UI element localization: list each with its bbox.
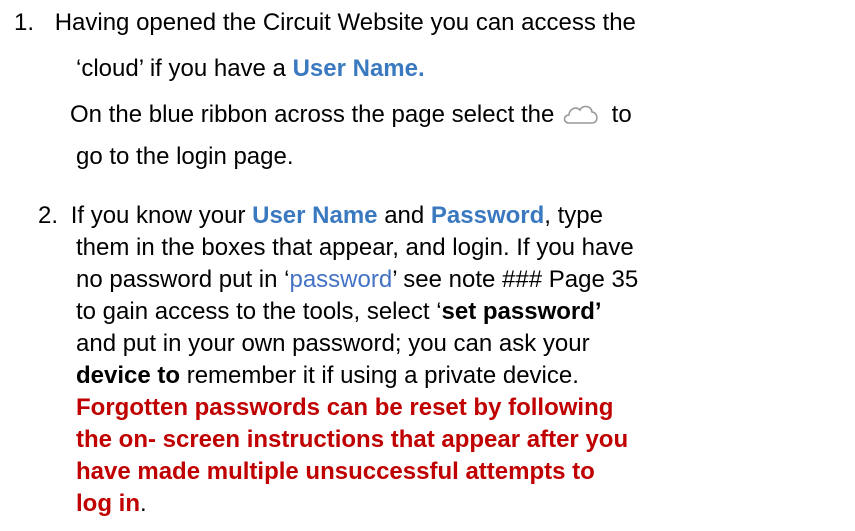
step-2-text-line-3a: no password put in ‘	[76, 266, 290, 293]
user-name-term: User Name.	[292, 55, 425, 82]
step-1-line-4: go to the login page.	[76, 141, 294, 173]
step-2-line-3: no password put in ‘password’ see note #…	[76, 264, 638, 296]
set-password-term: set password’	[441, 298, 602, 325]
step-2-line-1: 2. If you know your User Name and Passwo…	[38, 200, 603, 232]
log-in-term: log in	[76, 490, 140, 517]
step-1-line-3: On the blue ribbon across the page selec…	[70, 99, 632, 135]
step-2-line-4: to gain access to the tools, select ‘set…	[76, 296, 602, 328]
step-2-number: 2.	[38, 202, 59, 229]
password-placeholder-term: password	[289, 266, 393, 293]
forgotten-password-line-4: log in.	[76, 488, 147, 520]
step-2-line-6: device to remember it if using a private…	[76, 360, 579, 392]
step-1-line-2: ‘cloud’ if you have a User Name.	[76, 53, 425, 85]
step-1-text-line-3-end: to	[611, 101, 632, 128]
step-2-text-type: , type	[544, 202, 603, 229]
step-2-text-line-2: them in the boxes that appear, and login…	[76, 234, 634, 261]
password-term: Password	[430, 202, 545, 229]
step-1-text-line-2: ‘cloud’ if you have a	[76, 55, 286, 82]
step-1-text-line-3: On the blue ribbon across the page selec…	[70, 101, 555, 128]
step-2-line-2: them in the boxes that appear, and login…	[76, 232, 634, 264]
device-to-term: device to	[76, 362, 181, 389]
step-2-text-a: If you know your	[70, 202, 246, 229]
step-2-text-line-4a: to gain access to the tools, select ‘	[76, 298, 442, 325]
user-name-term: User Name	[252, 202, 378, 229]
forgotten-password-line-1: Forgotten passwords can be reset by foll…	[76, 394, 614, 421]
step-2-text-line-3b: ’ see note ### Page 35	[392, 266, 639, 293]
cloud-icon	[561, 102, 601, 135]
step-2-text-and: and	[384, 202, 425, 229]
step-1-line-1: 1. Having opened the Circuit Website you…	[14, 7, 636, 39]
step-1-text-line-4: go to the login page.	[76, 143, 294, 170]
forgotten-password-line-3: have made multiple unsuccessful attempts…	[76, 458, 595, 485]
forgotten-password-line-2: the on- screen instructions that appear …	[76, 426, 629, 453]
step-1-number: 1.	[14, 9, 35, 36]
step-2-line-5: and put in your own password; you can as…	[76, 328, 590, 360]
step-2-text-line-6: remember it if using a private device.	[180, 362, 579, 389]
final-period: .	[139, 490, 147, 517]
step-2-text-line-5: and put in your own password; you can as…	[76, 330, 590, 357]
step-1-text-line-1: Having opened the Circuit Website you ca…	[54, 9, 636, 36]
